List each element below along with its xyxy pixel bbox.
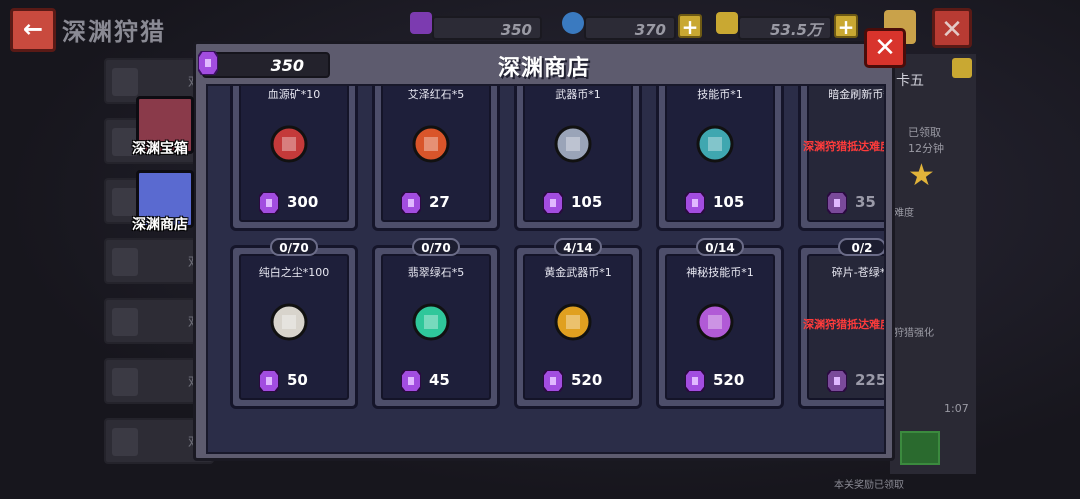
- price-value: 105: [571, 193, 603, 211]
- unlock-requirement: 深渊狩猎抵达难度7解锁: [803, 318, 884, 331]
- gem-icon: [259, 192, 279, 214]
- shop-item-card[interactable]: 0/70艾泽红石*527: [372, 86, 500, 231]
- white-dust-icon: [270, 303, 308, 341]
- shop-item-card[interactable]: 0/5血源矿*10300: [230, 86, 358, 231]
- stage-info-panel: 卡五 已领取 12分钟 ★ 难度 狩猎强化 1:07 本关奖励已领取: [834, 54, 976, 491]
- add-gold-button[interactable]: +: [834, 14, 858, 38]
- shop-item-card[interactable]: 4/14 黄金武器币*1 520: [514, 238, 642, 409]
- skull-icon: [112, 308, 138, 336]
- item-name: 黄金武器币*1: [544, 266, 612, 279]
- lock-icon: [952, 58, 972, 78]
- stock-badge: 4/14: [554, 238, 602, 256]
- gem-icon: [685, 370, 705, 392]
- price-value: 50: [287, 371, 308, 389]
- gem-icon: [543, 192, 563, 214]
- gem-icon: [259, 370, 279, 392]
- item-name: 碎片-苍绿*1: [831, 266, 886, 279]
- shop-item-card[interactable]: 0/35武器币*1105: [514, 86, 642, 231]
- time-left: 12分钟: [908, 142, 944, 155]
- shop-item-card[interactable]: 0/14技能币*1105: [656, 86, 784, 231]
- item-name: 暗金刷新币*1: [828, 88, 884, 101]
- price-value: 2250: [855, 371, 886, 389]
- blue-gem-icon: [562, 12, 584, 34]
- gem-icon: [401, 192, 421, 214]
- background-close-button[interactable]: ✕: [932, 8, 972, 48]
- stock-badge: 0/70: [412, 238, 460, 256]
- abyss-chest-label: 深渊宝箱: [132, 141, 188, 157]
- shop-item-card[interactable]: 0/210暗金刷新币*1深渊狩猎抵达难度5解锁35: [798, 86, 884, 231]
- item-name: 艾泽红石*5: [407, 88, 465, 101]
- price-value: 27: [429, 193, 450, 211]
- reward-claimed-text: 本关奖励已领取: [834, 480, 904, 491]
- skull-icon: [112, 68, 138, 96]
- abyss-shop-label: 深渊商店: [132, 217, 188, 233]
- difficulty-label: 难度: [894, 208, 914, 219]
- gold-weapon-coin-icon: [554, 303, 592, 341]
- item-name: 血源矿*10: [267, 88, 321, 101]
- shop-item-card[interactable]: 0/70 纯白之尘*100 50: [230, 238, 358, 409]
- shop-item-card[interactable]: 0/2 碎片-苍绿*1 深渊狩猎抵达难度7解锁 2250: [798, 238, 886, 409]
- close-button[interactable]: ✕: [864, 28, 906, 68]
- gem-icon: [685, 192, 705, 214]
- shop-grid: 0/5血源矿*103000/70艾泽红石*5270/35武器币*11050/14…: [206, 84, 886, 454]
- claimed-status: 已领取: [908, 126, 941, 139]
- price-value: 45: [429, 371, 450, 389]
- skull-icon: [112, 248, 138, 276]
- add-blue-gem-button[interactable]: +: [678, 14, 702, 38]
- gem-counter: 350: [432, 16, 542, 40]
- skull-icon: [112, 188, 138, 216]
- dialog-title: 深渊商店: [497, 56, 590, 81]
- boost-label: 狩猎强化: [894, 328, 934, 339]
- timer: 1:07: [944, 402, 969, 415]
- emerald-stone-icon: [412, 303, 450, 341]
- item-name: 技能币*1: [697, 88, 743, 101]
- blue-gem-counter: 370: [584, 16, 676, 40]
- blood-ore-icon: [270, 125, 308, 163]
- skull-icon: [112, 368, 138, 396]
- item-name: 纯白之尘*100: [258, 266, 330, 279]
- abyss-shop-dialog: 350 深渊商店 0/5血源矿*103000/70艾泽红石*5270/35武器币…: [193, 41, 895, 461]
- gold-counter: 53.5万: [738, 16, 832, 40]
- unlock-requirement: 深渊狩猎抵达难度5解锁: [803, 140, 884, 153]
- weapon-coin-icon: [554, 125, 592, 163]
- item-name: 武器币*1: [555, 88, 601, 101]
- gem-icon: [401, 370, 421, 392]
- price-value: 520: [571, 371, 603, 389]
- page-title: 深渊狩猎: [62, 18, 166, 46]
- stage-label: 卡五: [896, 73, 924, 89]
- gem-icon: [827, 370, 847, 392]
- price-value: 105: [713, 193, 745, 211]
- stock-badge: 0/70: [270, 238, 318, 256]
- shop-item-card[interactable]: 0/14 神秘技能币*1 520: [656, 238, 784, 409]
- skill-coin-icon: [696, 125, 734, 163]
- shop-item-card[interactable]: 0/70 翡翠绿石*5 45: [372, 238, 500, 409]
- gem-icon: [827, 192, 847, 214]
- back-button[interactable]: ←: [10, 8, 56, 52]
- star-icon: ★: [908, 158, 935, 193]
- gem-icon: [543, 370, 563, 392]
- item-name: 翡翠绿石*5: [407, 266, 465, 279]
- skull-icon: [112, 428, 138, 456]
- gold-coin-icon: [716, 12, 738, 34]
- item-name: 神秘技能币*1: [686, 266, 754, 279]
- red-stone-icon: [412, 125, 450, 163]
- price-value: 520: [713, 371, 745, 389]
- claim-button[interactable]: [900, 431, 940, 465]
- price-value: 300: [287, 193, 319, 211]
- mystic-skill-coin-icon: [696, 303, 734, 341]
- price-value: 35: [855, 193, 876, 211]
- stock-badge: 0/2: [838, 238, 884, 256]
- gem-icon: [410, 12, 432, 34]
- stock-badge: 0/14: [696, 238, 744, 256]
